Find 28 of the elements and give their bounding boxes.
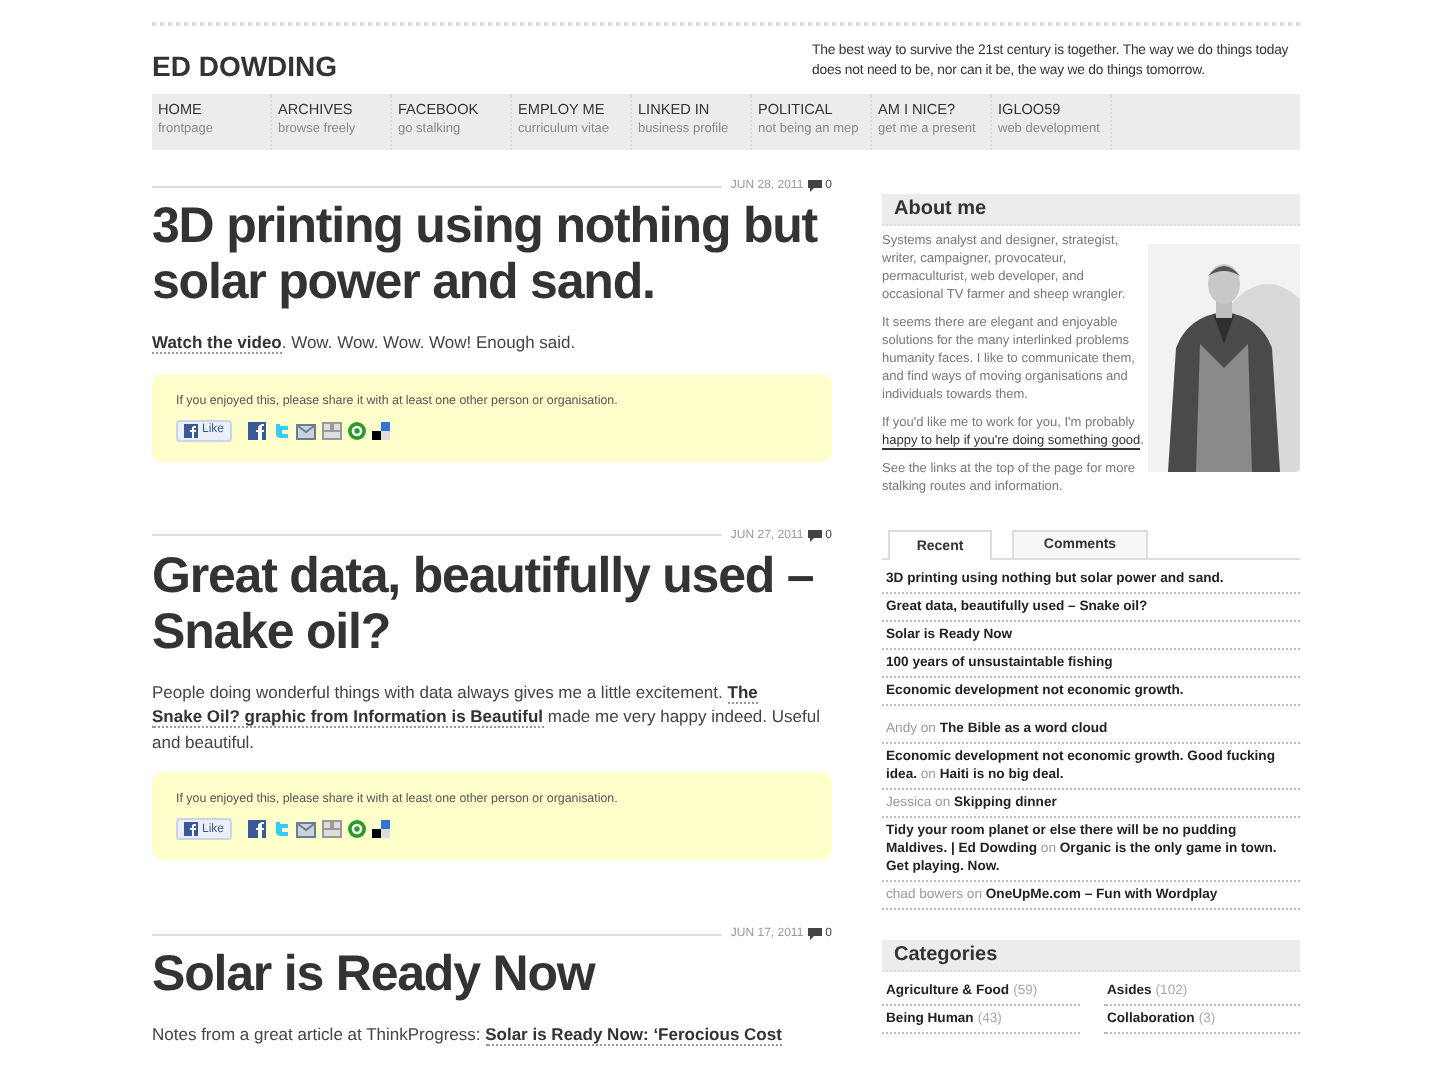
text-link[interactable]: The — [727, 681, 758, 703]
facebook-icon[interactable] — [184, 822, 198, 836]
squares-icon[interactable] — [372, 421, 391, 439]
stumble-icon[interactable] — [348, 421, 367, 439]
comment-icon[interactable] — [807, 928, 822, 940]
text-link[interactable]: Snake Oil? graphic from Information is Beautiful — [152, 706, 544, 728]
squares-icon[interactable] — [372, 820, 391, 838]
post-title[interactable]: 3D printing using nothing but solar power and sand. — [152, 198, 832, 310]
text-link[interactable]: Solar is Ready Now: ‘Ferocious Cost — [485, 1024, 782, 1046]
facebook-icon[interactable] — [184, 423, 198, 437]
facebook-icon[interactable] — [248, 421, 267, 439]
stumble-icon[interactable] — [348, 820, 367, 838]
post-title[interactable]: Solar is Ready Now — [152, 946, 832, 1002]
email-icon[interactable] — [296, 421, 317, 439]
post-text: Watch the video. Wow. Wow. Wow. Wow! Enough said. — [152, 330, 578, 355]
facebook-icon[interactable] — [248, 820, 267, 838]
site-title[interactable]: ED DOWDING — [152, 50, 338, 82]
text-link[interactable]: Watch the video — [152, 332, 282, 354]
email-icon[interactable] — [296, 820, 317, 838]
bookmark-icon[interactable] — [322, 421, 343, 439]
bookmark-icon[interactable] — [322, 820, 343, 838]
post-title[interactable]: Great data, beautifully used – Snake oil? — [152, 547, 832, 659]
comment-icon[interactable] — [807, 529, 822, 541]
comment-icon[interactable] — [807, 180, 822, 192]
section-heading: Categories — [882, 940, 1300, 972]
post-text: Notes from a great article at ThinkProgress: Solar is Ready Now: ‘Ferocious Cost — [152, 1022, 784, 1047]
post-text: People doing wonderful things with data always gives me a little excitement. The Snake Oil? graphic from Information is Beautiful made me very happy indeed. Useful and beautiful. — [152, 679, 822, 754]
section-heading: About me — [882, 194, 1300, 226]
